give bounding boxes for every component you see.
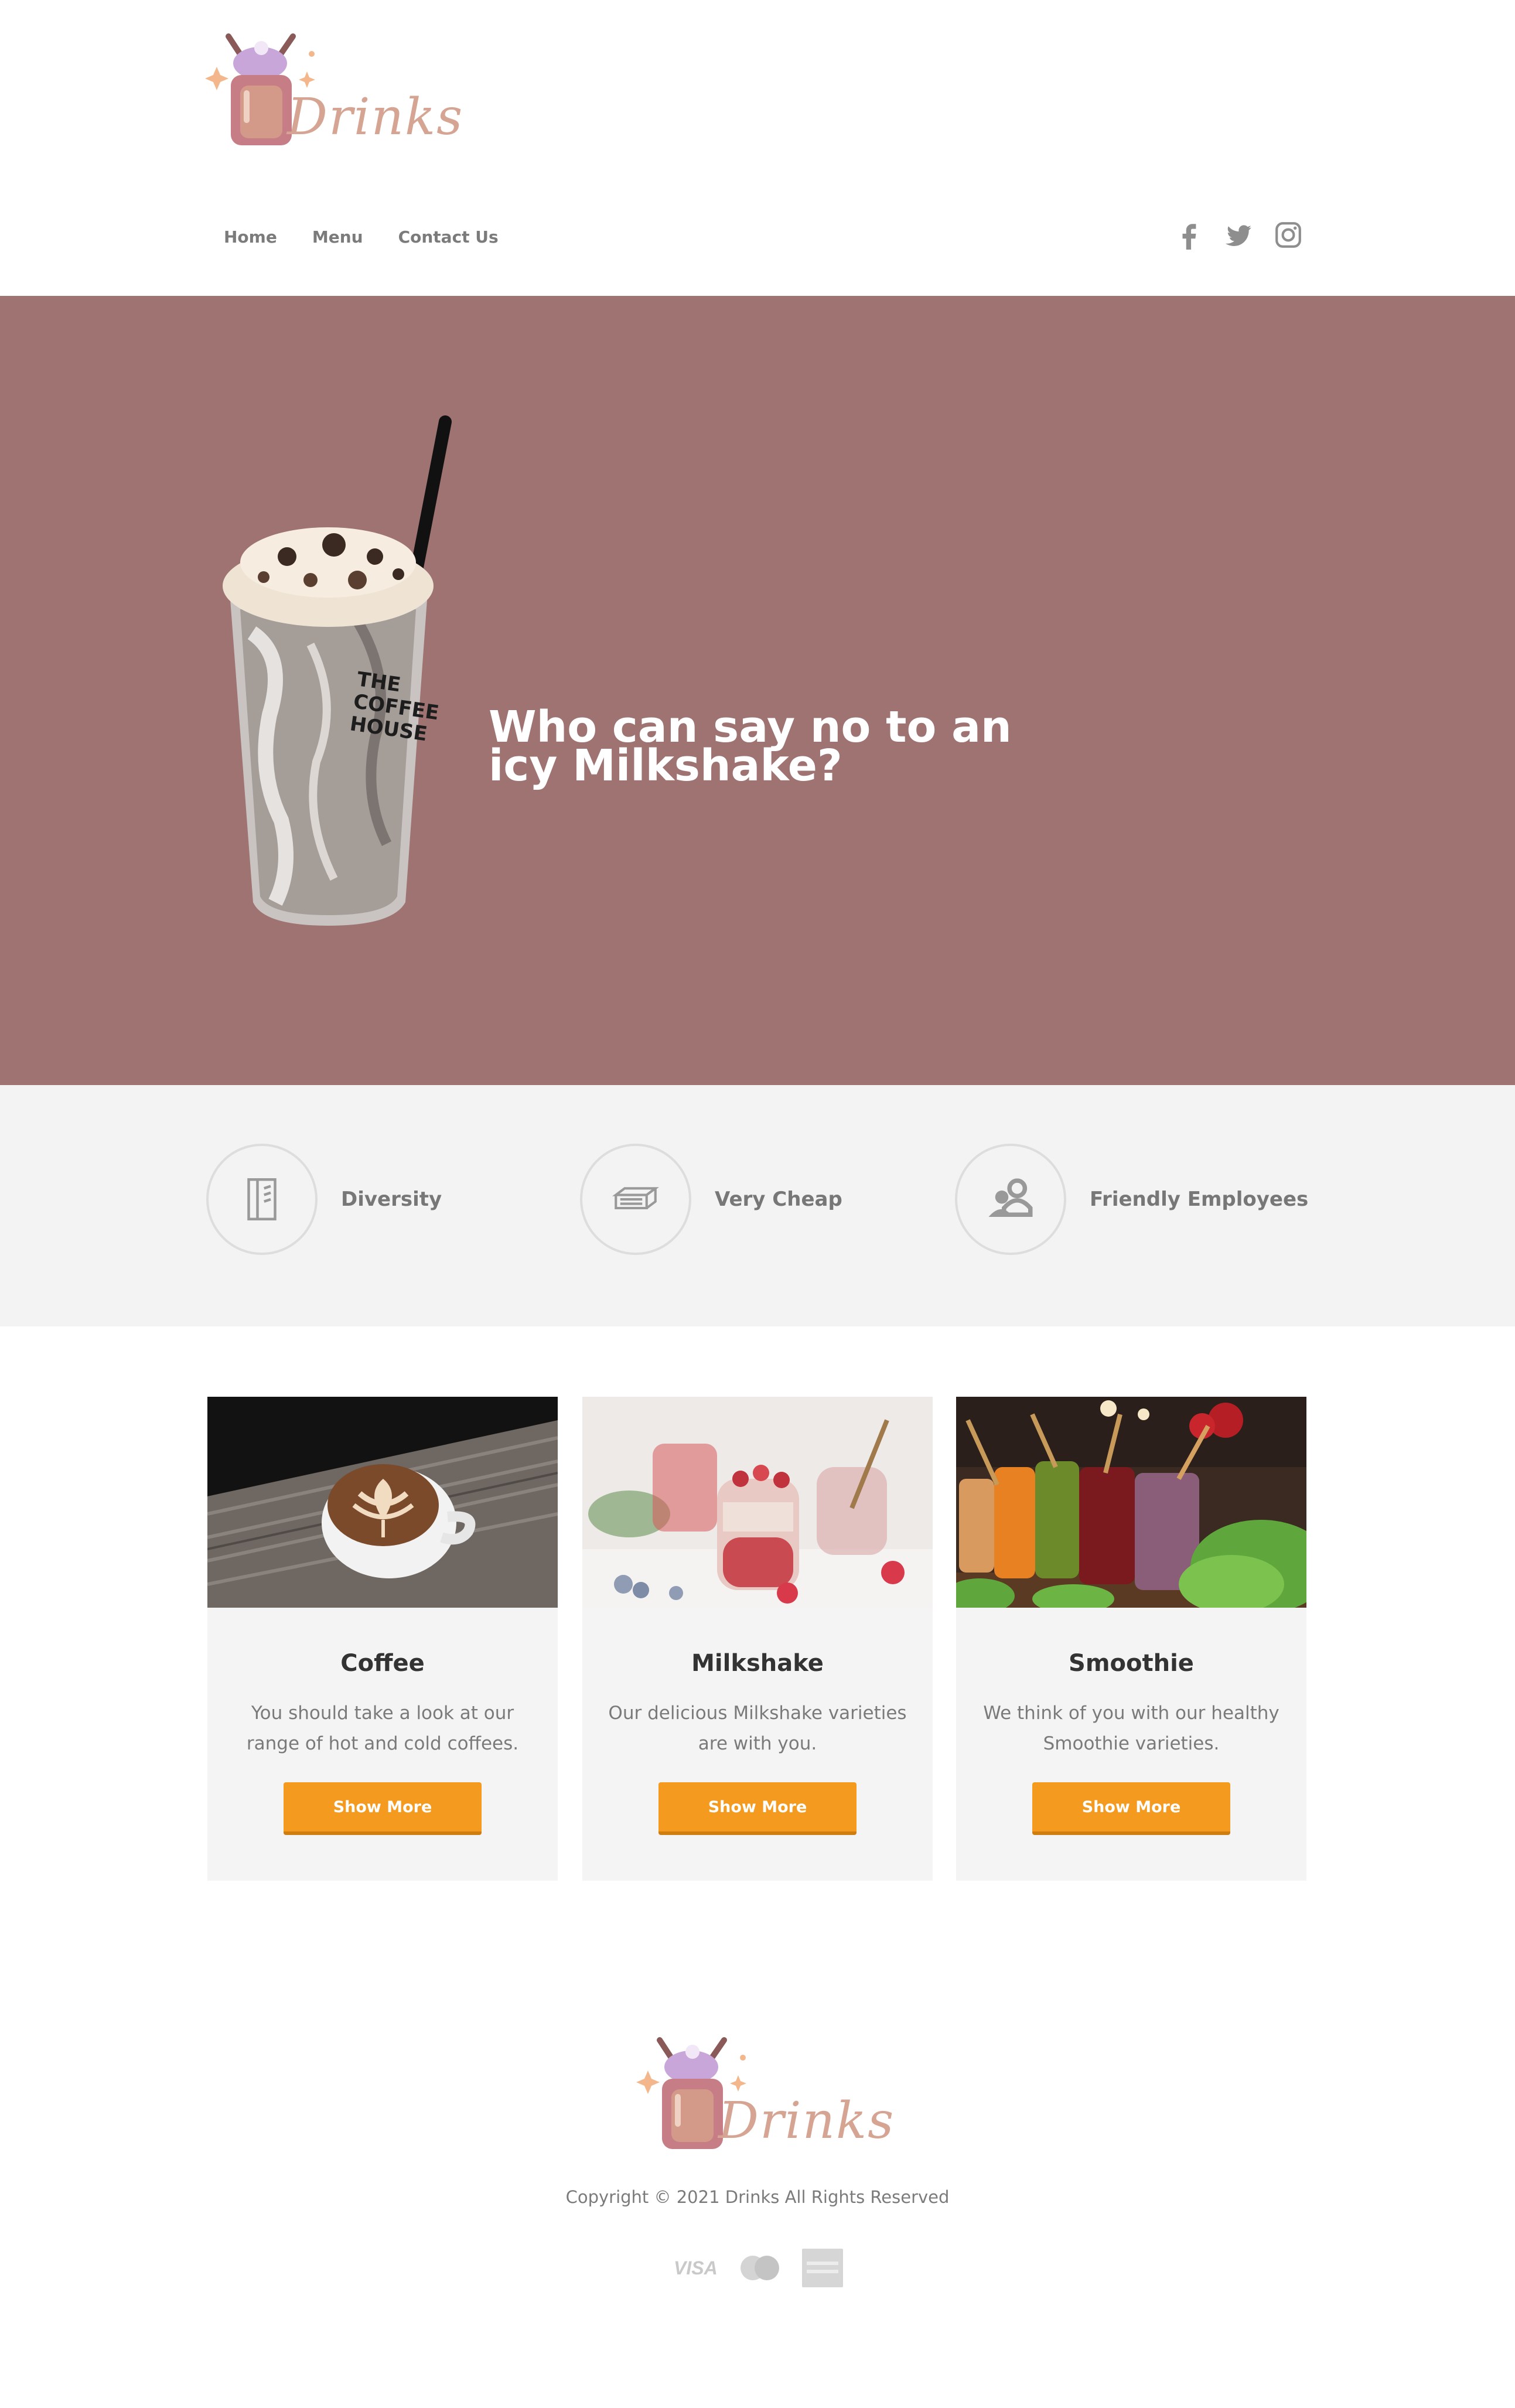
coffee-photo [207,1397,558,1608]
menu-book-icon [247,1178,277,1220]
logo-text: Drinks [287,88,464,146]
milkshake-cup-image: THE COFFEE HOUSE [223,415,452,926]
card-text: You should take a look at our range of h… [246,1703,519,1754]
smoothie-photo [956,1397,1306,1608]
coffee-image [207,1397,558,1608]
feature-diversity: Diversity [206,1142,442,1256]
feature-label: Diversity [341,1188,442,1211]
money-stack-icon [612,1187,659,1210]
show-more-button[interactable]: Show More [658,1782,857,1835]
card-text: Our delicious Milkshake varieties are wi… [608,1703,907,1754]
nav-home[interactable]: Home [224,227,277,247]
mastercard-icon [740,2256,779,2280]
feature-icon-circle [580,1144,691,1255]
card-milkshake: Milkshake Our delicious Milkshake variet… [582,1397,933,1881]
feature-icon-circle [206,1144,318,1255]
payment-methods: VISA [674,2249,843,2287]
hero-title: Who can say no to an icy Milkshake? [489,702,1012,791]
milkshake-photo [582,1397,933,1608]
nav-contact-us[interactable]: Contact Us [398,227,499,247]
show-more-button[interactable]: Show More [284,1782,482,1835]
card-title: Smoothie [1069,1650,1194,1677]
main-nav: Home Menu Contact Us [224,227,499,247]
smoothie-image [956,1397,1306,1608]
nav-menu[interactable]: Menu [312,227,363,247]
card-title: Coffee [340,1650,425,1677]
card-coffee: Coffee You should take a look at our ran… [207,1397,558,1881]
card-smoothie: Smoothie We think of you with our health… [956,1397,1306,1881]
feature-very-cheap: Very Cheap [580,1142,842,1256]
milkshake-image [582,1397,933,1608]
card-text: We think of you with our healthy Smoothi… [983,1703,1279,1754]
footer-logo-text: Drinks [718,2092,895,2150]
card-title: Milkshake [691,1650,824,1677]
facebook-icon[interactable] [1175,220,1205,250]
amex-icon [801,2249,843,2287]
visa-logo: VISA [674,2257,718,2279]
feature-label: Friendly Employees [1090,1188,1309,1211]
instagram-icon[interactable] [1274,220,1303,250]
users-icon [988,1178,1033,1217]
social-links [1175,220,1303,250]
copyright-text: Copyright © 2021 Drinks All Rights Reser… [565,2187,950,2207]
feature-friendly-employees: Friendly Employees [955,1142,1308,1256]
show-more-button[interactable]: Show More [1032,1782,1230,1835]
twitter-icon[interactable] [1224,220,1254,250]
site-header: Drinks Home Menu Contact Us [0,0,1515,296]
feature-label: Very Cheap [715,1188,842,1211]
feature-icon-circle [955,1144,1066,1255]
